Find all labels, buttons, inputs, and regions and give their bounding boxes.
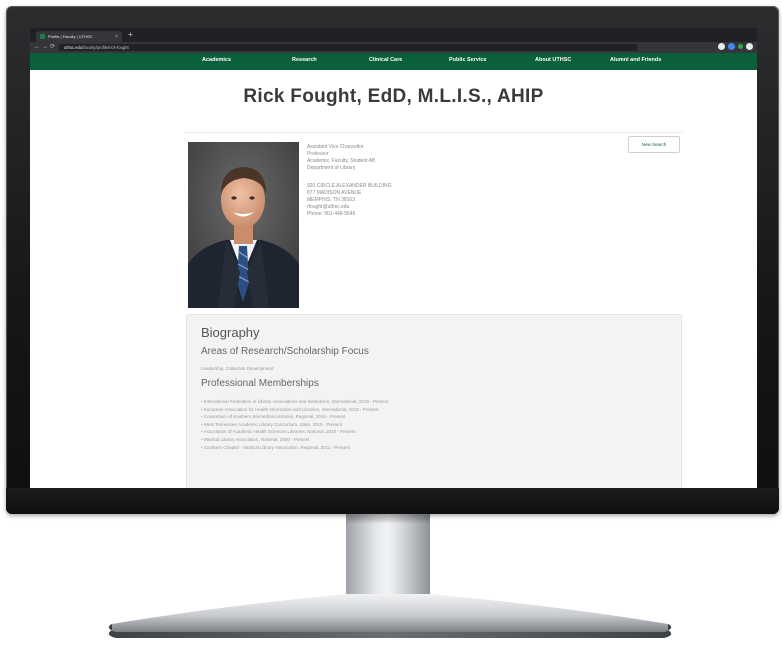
- list-item: International Federation of Library Asso…: [201, 398, 389, 406]
- portrait-image: [188, 142, 299, 308]
- browser-extensions: [718, 43, 753, 50]
- research-text: Leadership, Collection Development: [201, 366, 274, 371]
- nav-item-clinical-care[interactable]: Clinical Care: [369, 57, 402, 63]
- browser-address-bar: ←→⟳ uthsc.edu/faculty/profile/rick-fough…: [30, 42, 757, 53]
- uthsc-favicon-icon: [40, 34, 45, 39]
- menu-icon[interactable]: [746, 43, 753, 50]
- browser-tab-bar: Profile | Faculty | UTHSC × +: [30, 28, 757, 42]
- url-domain: uthsc.edu: [64, 45, 83, 50]
- url-input[interactable]: uthsc.edu/faculty/profile/rick-fought: [58, 44, 638, 51]
- contact-address-line: MEMPHIS, TN 38163: [307, 197, 355, 203]
- profile-title-line: Academic, Faculty, Student Aff.: [307, 158, 377, 164]
- browser-tab[interactable]: Profile | Faculty | UTHSC ×: [36, 31, 122, 42]
- biography-heading: Biography: [201, 325, 260, 340]
- contact-email-link[interactable]: rfought@uthsc.edu: [307, 204, 391, 211]
- list-item: Southern Chapter - Medical Library Assoc…: [201, 444, 388, 452]
- monitor-stand-shadow: [346, 514, 430, 524]
- profile-avatar-icon[interactable]: [728, 43, 735, 50]
- profile-title-line: Professor: [307, 151, 329, 157]
- extension-icon[interactable]: [718, 43, 725, 50]
- browser-screen: Profile | Faculty | UTHSC × + ←→⟳ uthsc.…: [30, 28, 757, 488]
- monitor-chin: [6, 488, 779, 514]
- contact-address-line: 920 CIRCLE ALEXANDER BUILDING: [307, 183, 392, 189]
- contact-phone: Phone: 901-448-5646: [307, 211, 356, 217]
- browser-nav-buttons[interactable]: ←→⟳: [34, 43, 57, 50]
- monitor-stand-base: [108, 594, 672, 638]
- memberships-list: International Federation of Library Asso…: [201, 398, 389, 452]
- list-item: Association of Academic Health Sciences …: [201, 428, 388, 436]
- browser-tab-title: Profile | Faculty | UTHSC: [48, 34, 93, 39]
- list-item: Medical Library Association, National, 2…: [201, 436, 388, 444]
- contact-address-line: 877 MADISON AVENUE: [307, 190, 362, 196]
- profile-info: Assistant Vice Chancellor Professor Acad…: [307, 144, 391, 218]
- nav-item-alumni-friends[interactable]: Alumni and Friends: [610, 57, 661, 63]
- new-search-button[interactable]: New Search: [628, 136, 680, 153]
- tab-close-icon[interactable]: ×: [115, 34, 118, 40]
- list-item: European Association for Health Informat…: [201, 406, 388, 414]
- sync-icon[interactable]: [738, 44, 743, 49]
- nav-item-about[interactable]: About UTHSC: [535, 57, 571, 63]
- nav-item-public-service[interactable]: Public Service: [449, 57, 487, 63]
- nav-item-academics[interactable]: Academics: [202, 57, 231, 63]
- new-tab-button[interactable]: +: [128, 30, 133, 39]
- profile-title-line: Assistant Vice Chancellor: [307, 144, 364, 150]
- site-navigation: Academics Research Clinical Care Public …: [30, 53, 757, 70]
- title-divider: [185, 132, 683, 133]
- memberships-heading: Professional Memberships: [201, 378, 319, 389]
- page-title: Rick Fought, EdD, M.L.I.S., AHIP: [243, 86, 544, 107]
- url-path: /faculty/profile/rick-fought: [82, 45, 129, 50]
- list-item: Consortium of Southern Biomedical Librar…: [201, 413, 388, 421]
- list-item: West Tennessee Academic Library Consorti…: [201, 421, 388, 429]
- nav-item-research[interactable]: Research: [292, 57, 317, 63]
- profile-title-line: Department of Library: [307, 165, 356, 171]
- profile-photo: [188, 142, 299, 308]
- research-heading: Areas of Research/Scholarship Focus: [201, 346, 369, 357]
- biography-panel: Biography Areas of Research/Scholarship …: [186, 314, 682, 488]
